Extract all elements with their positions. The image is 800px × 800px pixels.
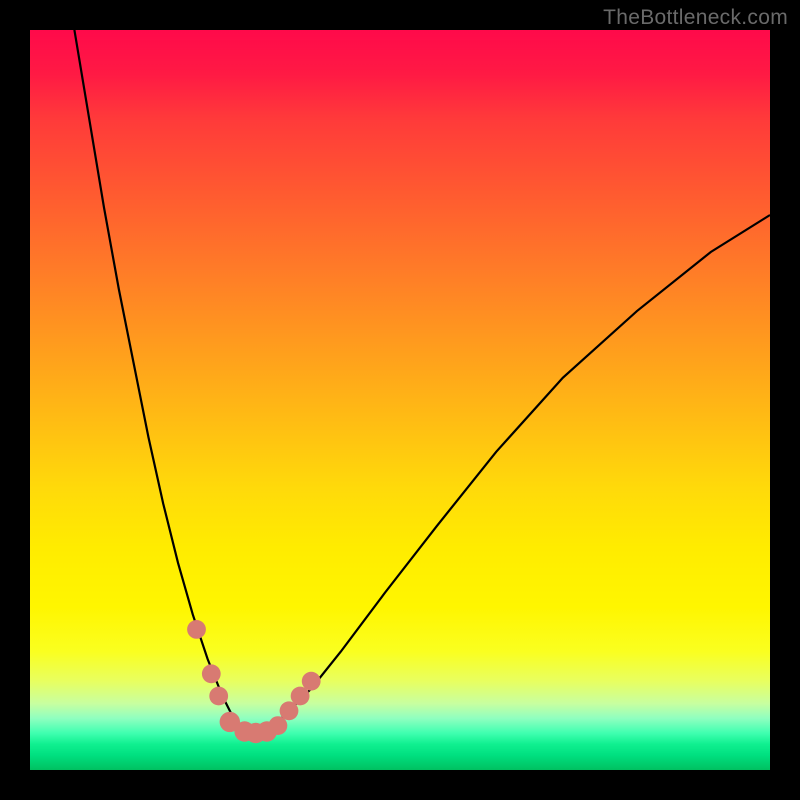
data-marker bbox=[187, 620, 206, 639]
data-markers bbox=[187, 620, 321, 743]
data-marker bbox=[202, 664, 221, 683]
chart-container: TheBottleneck.com bbox=[0, 0, 800, 800]
watermark-text: TheBottleneck.com bbox=[603, 6, 788, 30]
bottleneck-curve bbox=[74, 30, 770, 733]
data-marker bbox=[209, 687, 228, 706]
data-marker bbox=[302, 672, 321, 691]
curve-svg bbox=[30, 30, 770, 770]
plot-area bbox=[30, 30, 770, 770]
